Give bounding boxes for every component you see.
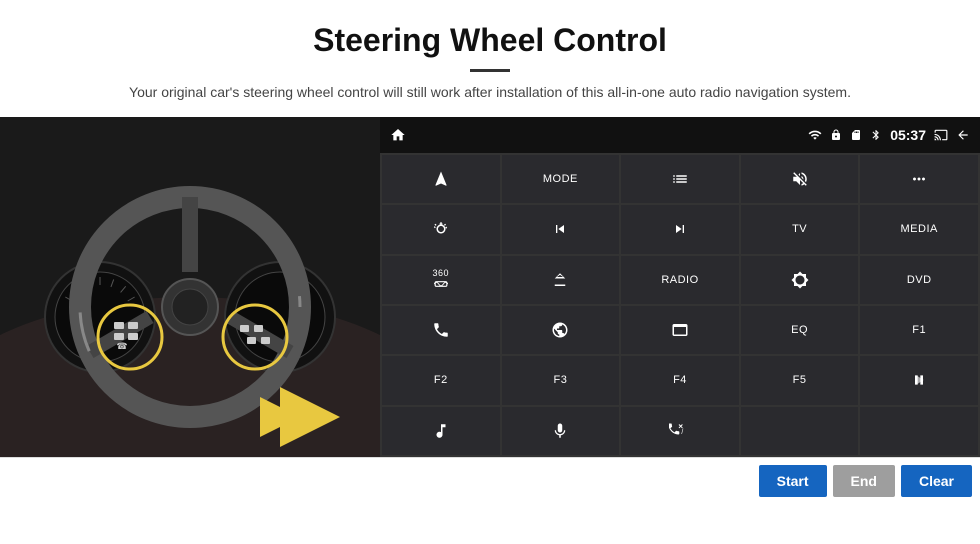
btn-settings[interactable] — [382, 205, 500, 253]
status-time: 05:37 — [890, 127, 926, 143]
btn-prev[interactable] — [502, 205, 620, 253]
status-bar: 05:37 — [380, 117, 980, 153]
btn-play-pause[interactable] — [860, 356, 978, 404]
bluetooth-icon — [870, 129, 882, 141]
btn-next[interactable] — [621, 205, 739, 253]
btn-media[interactable]: MEDIA — [860, 205, 978, 253]
title-divider — [470, 69, 510, 72]
clear-button[interactable]: Clear — [901, 465, 972, 497]
btn-f5[interactable]: F5 — [741, 356, 859, 404]
content-row: ☎ — [0, 117, 980, 457]
car-image: ☎ — [0, 117, 380, 457]
btn-f2[interactable]: F2 — [382, 356, 500, 404]
status-left — [390, 127, 406, 143]
cast-icon — [934, 128, 948, 142]
buttons-grid: MODE TV MEDIA 360 — [380, 153, 980, 457]
end-button[interactable]: End — [833, 465, 895, 497]
btn-brightness[interactable] — [741, 256, 859, 304]
back-icon — [956, 128, 970, 142]
btn-f1[interactable]: F1 — [860, 306, 978, 354]
btn-eject[interactable] — [502, 256, 620, 304]
btn-apps[interactable] — [860, 155, 978, 203]
btn-navigate[interactable] — [382, 155, 500, 203]
btn-radio[interactable]: RADIO — [621, 256, 739, 304]
svg-text:☎: ☎ — [116, 341, 127, 351]
wifi-icon — [808, 128, 822, 142]
btn-mode[interactable]: MODE — [502, 155, 620, 203]
btn-music[interactable] — [382, 407, 500, 455]
status-right: 05:37 — [808, 127, 970, 143]
btn-mic[interactable] — [502, 407, 620, 455]
btn-eq[interactable]: EQ — [741, 306, 859, 354]
btn-vol-phone[interactable]: / — [621, 407, 739, 455]
btn-list[interactable] — [621, 155, 739, 203]
btn-360[interactable]: 360 — [382, 256, 500, 304]
control-panel: 05:37 MODE — [380, 117, 980, 457]
btn-phone[interactable] — [382, 306, 500, 354]
btn-f3[interactable]: F3 — [502, 356, 620, 404]
btn-dvd[interactable]: DVD — [860, 256, 978, 304]
btn-empty-2[interactable] — [860, 407, 978, 455]
subtitle: Your original car's steering wheel contr… — [0, 82, 980, 103]
home-icon — [390, 127, 406, 143]
sd-icon — [850, 129, 862, 141]
page-title: Steering Wheel Control — [0, 0, 980, 63]
bottom-bar: Start End Clear — [0, 457, 980, 503]
btn-f4[interactable]: F4 — [621, 356, 739, 404]
svg-text:/: / — [681, 429, 683, 436]
btn-orbit[interactable] — [502, 306, 620, 354]
btn-tv[interactable]: TV — [741, 205, 859, 253]
btn-empty-1[interactable] — [741, 407, 859, 455]
btn-window[interactable] — [621, 306, 739, 354]
btn-mute[interactable] — [741, 155, 859, 203]
lock-icon — [830, 129, 842, 141]
start-button[interactable]: Start — [759, 465, 827, 497]
